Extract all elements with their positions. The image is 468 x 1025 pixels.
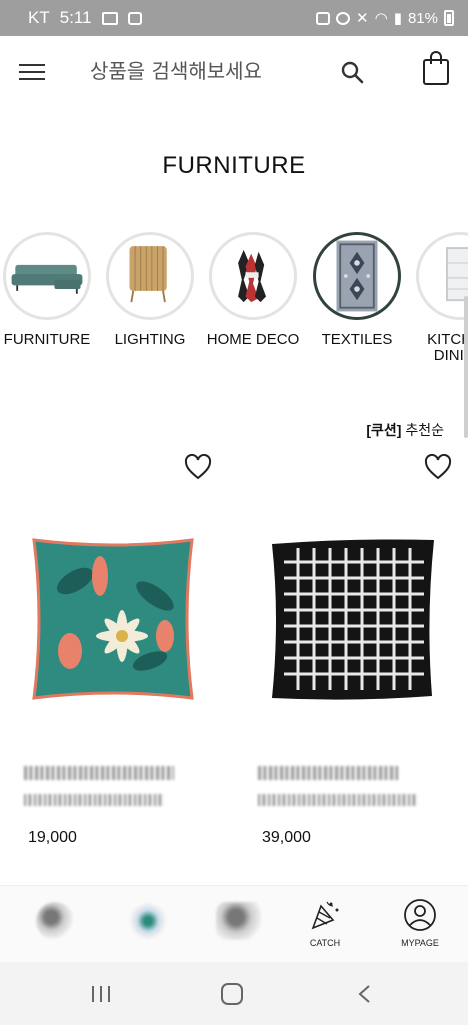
signal-icon: ▮ [393, 10, 402, 27]
product-card[interactable]: 19,000 [0, 450, 234, 880]
clock: 5:11 [59, 8, 92, 27]
tab-label: CATCH [309, 938, 341, 948]
screenshot-icon [101, 11, 118, 25]
tab-mypage[interactable]: MYPAGE [385, 898, 455, 948]
category-label: LIGHTING [114, 331, 186, 348]
category-kitchen-dining[interactable]: KITCHEN DINING [410, 232, 468, 364]
alarm-icon [336, 11, 351, 25]
system-nav-bar [0, 962, 468, 1025]
tab-catch[interactable]: CATCH [290, 898, 360, 948]
home-icon [36, 902, 74, 940]
category-icon [129, 902, 167, 940]
notification-icon [127, 11, 142, 25]
product-name-redacted [24, 766, 174, 780]
category-label: FURNITURE [3, 331, 91, 348]
menu-button[interactable] [19, 64, 45, 82]
wifi-icon: ◠ [374, 10, 388, 27]
tab-brand[interactable] [206, 898, 276, 948]
category-lighting[interactable]: LIGHTING [100, 232, 200, 348]
mute-icon: ✕ [356, 10, 369, 27]
search-input[interactable] [90, 56, 320, 86]
tab-category[interactable] [113, 898, 183, 948]
home-button-icon[interactable] [221, 983, 243, 1005]
category-furniture[interactable]: FURNITURE [0, 232, 97, 348]
battery-icon [444, 10, 454, 26]
sort-selector[interactable]: [쿠션] 추천순 [366, 420, 444, 440]
bottom-tab-bar: CATCH MYPAGE [0, 885, 468, 962]
user-icon [404, 899, 436, 931]
tab-home[interactable] [20, 898, 90, 948]
product-price: 39,000 [262, 829, 311, 846]
product-image-floral-cushion[interactable] [30, 536, 196, 702]
category-label: TEXTILES [321, 331, 393, 348]
category-image-glassware [416, 232, 468, 320]
product-card[interactable]: 39,000 [234, 450, 468, 880]
sort-category: [쿠션] [366, 422, 402, 438]
status-bar: KT 5:11 ✕ ◠ ▮ 81% [0, 0, 468, 36]
party-popper-icon [311, 901, 339, 930]
sort-order: 추천순 [405, 422, 444, 438]
category-home-deco[interactable]: HOME DECO [203, 232, 303, 348]
page-title: FURNITURE [162, 152, 306, 179]
battery-percent: 81% [407, 9, 438, 27]
shopping-bag-icon[interactable] [422, 50, 450, 86]
category-image-rug [313, 232, 401, 320]
back-icon[interactable] [356, 984, 372, 1004]
scrollbar[interactable] [464, 296, 468, 438]
product-name-redacted [258, 766, 398, 780]
product-subtitle-redacted [258, 794, 418, 806]
lock-icon [316, 11, 331, 25]
product-image-check-cushion[interactable] [268, 536, 438, 702]
recent-apps-icon[interactable] [90, 984, 112, 1004]
category-textiles[interactable]: TEXTILES [307, 232, 407, 348]
product-subtitle-redacted [24, 794, 164, 806]
tab-label: MYPAGE [401, 938, 439, 948]
category-image-sofa [3, 232, 91, 320]
category-label: HOME DECO [206, 331, 300, 348]
category-label: KITCHEN DINING [427, 331, 468, 364]
menu-icon [19, 64, 45, 66]
category-carousel[interactable]: FURNITURE LIGHTING HOME DECO TEXTILES KI… [0, 232, 468, 377]
product-price: 19,000 [28, 829, 77, 846]
category-image-vases [209, 232, 297, 320]
heart-icon[interactable] [184, 454, 212, 480]
heart-icon[interactable] [424, 454, 452, 480]
carrier-label: KT [28, 8, 50, 27]
search-icon[interactable] [340, 60, 364, 84]
app-header [0, 36, 468, 106]
brand-icon [216, 902, 266, 940]
category-image-lamp [106, 232, 194, 320]
